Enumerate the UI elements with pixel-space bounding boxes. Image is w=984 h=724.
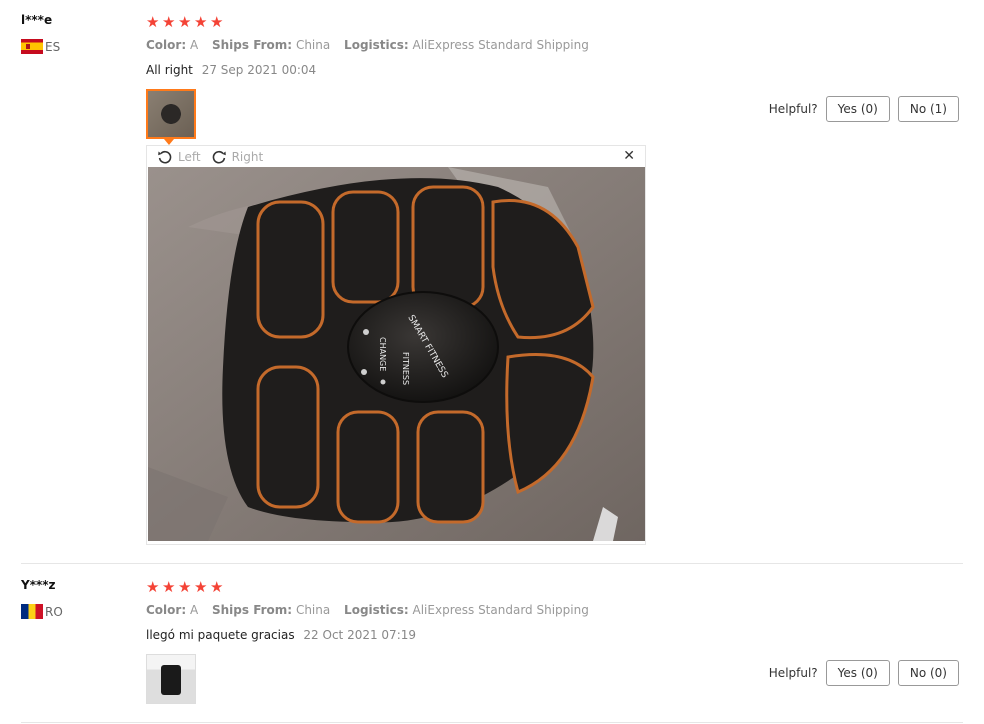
star-icon: ★ xyxy=(162,13,176,31)
photo-viewer: Left Right ✕ SMART FITNESS CHANGE FITNES… xyxy=(146,145,646,545)
rotate-right-button[interactable]: Right xyxy=(211,149,264,165)
review-date: 22 Oct 2021 07:19 xyxy=(303,628,417,642)
hub-label-2: CHANGE xyxy=(378,337,387,371)
ships-from-value: China xyxy=(295,38,331,52)
ships-from-label: Ships From: xyxy=(212,603,293,617)
helpful-no-button[interactable]: No (1) xyxy=(897,96,959,122)
review-date: 27 Sep 2021 00:04 xyxy=(201,63,317,77)
review-divider xyxy=(21,722,963,723)
helpful-vote: Helpful? Yes (0) No (0) xyxy=(769,660,959,686)
spain-flag-icon xyxy=(21,39,43,54)
reviewer-name: Y***z xyxy=(21,578,56,592)
star-icon: ★ xyxy=(194,578,208,596)
close-icon[interactable]: ✕ xyxy=(623,148,635,164)
logistics-value: AliExpress Standard Shipping xyxy=(412,603,589,617)
color-label: Color: xyxy=(146,38,187,52)
romania-flag-icon xyxy=(21,604,43,619)
logistics-value: AliExpress Standard Shipping xyxy=(412,38,589,52)
rotate-left-icon xyxy=(158,150,172,164)
helpful-yes-button[interactable]: Yes (0) xyxy=(825,660,890,686)
star-icon: ★ xyxy=(210,578,224,596)
reviewer-name: l***e xyxy=(21,13,53,27)
review-photo-thumbnail[interactable] xyxy=(146,89,196,139)
hub-label-3: FITNESS xyxy=(401,352,410,385)
logistics-label: Logistics: xyxy=(344,38,409,52)
reviewer-country: RO xyxy=(21,604,63,619)
country-code: ES xyxy=(45,39,61,54)
review-meta: Color: A Ships From: China Logistics: Al… xyxy=(146,38,589,52)
helpful-label: Helpful? xyxy=(768,102,818,116)
helpful-vote: Helpful? Yes (0) No (1) xyxy=(769,96,959,122)
logistics-label: Logistics: xyxy=(344,603,409,617)
star-rating: ★ ★ ★ ★ ★ xyxy=(146,578,224,596)
star-icon: ★ xyxy=(146,578,160,596)
review-divider xyxy=(21,563,963,564)
ships-from-value: China xyxy=(295,603,331,617)
rotate-right-icon xyxy=(212,150,226,164)
rotate-left-label: Left xyxy=(178,149,201,164)
star-icon: ★ xyxy=(210,13,224,31)
reviewer-country: ES xyxy=(21,39,60,54)
star-icon: ★ xyxy=(146,13,160,31)
helpful-yes-button[interactable]: Yes (0) xyxy=(825,96,890,122)
color-value: A xyxy=(189,603,199,617)
star-icon: ★ xyxy=(162,578,176,596)
helpful-label: Helpful? xyxy=(768,666,818,680)
review-photo: SMART FITNESS CHANGE FITNESS xyxy=(148,167,645,541)
review-text: All right xyxy=(146,63,193,77)
rotate-left-button[interactable]: Left xyxy=(157,149,201,165)
star-icon: ★ xyxy=(178,13,192,31)
rotate-right-label: Right xyxy=(231,149,264,164)
review-body: All right 27 Sep 2021 00:04 xyxy=(146,63,316,77)
star-icon: ★ xyxy=(178,578,192,596)
star-rating: ★ ★ ★ ★ ★ xyxy=(146,13,224,31)
photo-viewer-toolbar: Left Right ✕ xyxy=(147,146,645,167)
star-icon: ★ xyxy=(194,13,208,31)
ships-from-label: Ships From: xyxy=(212,38,293,52)
review-photo-thumbnail[interactable] xyxy=(146,654,196,704)
review-meta: Color: A Ships From: China Logistics: Al… xyxy=(146,603,589,617)
ems-abs-stimulator-photo: SMART FITNESS CHANGE FITNESS xyxy=(148,167,645,541)
helpful-no-button[interactable]: No (0) xyxy=(897,660,959,686)
review-text: llegó mi paquete gracias xyxy=(146,628,295,642)
review-body: llegó mi paquete gracias 22 Oct 2021 07:… xyxy=(146,628,416,642)
color-value: A xyxy=(189,38,199,52)
color-label: Color: xyxy=(146,603,187,617)
country-code: RO xyxy=(45,604,63,619)
